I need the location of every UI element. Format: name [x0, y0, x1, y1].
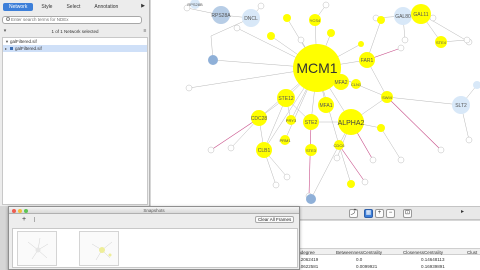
node-blue-2[interactable]	[306, 194, 316, 204]
column-header[interactable]: BetweennessCentrality	[336, 249, 382, 256]
node-label-rps28a: RPS28A	[211, 13, 231, 19]
network-graph[interactable]: RPS28A RPS28B DNCL GAL80 SLT2 GAL11 STE4…	[151, 0, 480, 206]
node-label-swi4: SWI4	[382, 95, 393, 100]
snapshot-toolbar: + Clear All Frames	[9, 214, 299, 225]
tab-select[interactable]: Select	[60, 3, 86, 11]
options-icon[interactable]: ≡	[142, 28, 148, 34]
node-label-ste12: STE12	[278, 96, 294, 102]
network-canvas[interactable]: RPS28A RPS28B DNCL GAL80 SLT2 GAL11 STE4…	[151, 0, 480, 206]
frame-thumbnail	[27, 237, 49, 260]
table-cell: 0.14648113	[421, 257, 445, 262]
snapshot-title: Snapshots	[143, 208, 165, 213]
table-cell: 0.0099921	[356, 264, 378, 269]
tab-annotation[interactable]: Annotation	[88, 3, 124, 11]
control-panel: Network Style Select Annotation ▶ ▾ 1 of…	[0, 0, 150, 206]
node-label-ste2: STE2	[305, 120, 318, 126]
node-aga2[interactable]	[347, 180, 355, 188]
node-label-cdc6: CDC6	[334, 143, 346, 148]
node-label-pry3: PRY3	[286, 118, 297, 123]
frame-thumbnail	[91, 241, 113, 261]
graph-yellow-nodes	[267, 4, 447, 48]
node-sag1[interactable]	[377, 124, 385, 132]
node-label-ycs4: YCS4	[310, 18, 321, 23]
snapshot-window[interactable]: Snapshots + Clear All Frames	[8, 206, 300, 270]
snapshot-frame[interactable]	[17, 231, 57, 266]
node-label-mfa2: MFA2	[334, 80, 347, 86]
network-toolbar: ▾ 1 of 1 Network selected ≡	[2, 27, 148, 35]
table-cell: 4.2062419	[297, 257, 319, 262]
tree-collection-label: galFiltered.sif	[10, 39, 37, 44]
hide-icon[interactable]: ▸	[459, 209, 466, 218]
node-label-cdc28: CDC28	[251, 116, 268, 122]
tab-style[interactable]: Style	[35, 3, 58, 11]
control-tabs: Network Style Select Annotation	[0, 2, 150, 12]
column-header[interactable]: Clust	[467, 249, 477, 256]
tree-network[interactable]: ▸ galFiltered.sif	[3, 45, 147, 52]
node-label-alpha2: ALPHA2	[338, 120, 365, 127]
network-icon	[10, 47, 13, 50]
add-frame-button[interactable]: +	[22, 216, 26, 223]
grid-icon[interactable]: ▦	[364, 209, 373, 218]
tree-collection[interactable]: ▼ galFiltered.sif	[3, 38, 147, 45]
snapshot-frames	[12, 228, 298, 268]
network-selected-count: 1 of 1 Network selected	[51, 28, 99, 34]
node-label-ste3: STE3	[306, 148, 317, 153]
search-input[interactable]	[2, 15, 142, 24]
node-label-prm1: PRM1	[279, 138, 291, 143]
node-label-mfa1: MFA1	[319, 103, 332, 109]
table-cell: 4.0622581	[297, 264, 319, 269]
node-label-far1: FAR1	[361, 58, 374, 64]
node-label-gal11: GAL11	[413, 12, 428, 18]
node-label-cln1: CLN1	[351, 82, 362, 87]
tab-network[interactable]: Network	[3, 3, 34, 11]
node-label-rps28b: RPS28B	[187, 2, 203, 7]
network-tree: ▼ galFiltered.sif ▸ galFiltered.sif	[2, 37, 148, 205]
snapshot-frame[interactable]	[79, 231, 119, 266]
search-row	[2, 15, 148, 24]
zoom-out-icon[interactable]: −	[386, 209, 395, 218]
clear-all-frames-button[interactable]: Clear All Frames	[255, 216, 295, 223]
zoom-in-icon[interactable]: +	[375, 209, 384, 218]
node-mkk1[interactable]	[473, 81, 480, 89]
node-blue-1[interactable]	[208, 55, 218, 65]
node-label-clb1: CLB1	[258, 148, 271, 154]
node-label-ste4: STE4	[436, 40, 447, 45]
table-cell: 0.0	[356, 257, 363, 262]
tree-network-label: galFiltered.sif	[15, 46, 42, 51]
table-cell: 0.16939891	[421, 264, 445, 269]
fit-icon[interactable]: ⊡	[403, 209, 412, 218]
node-label-gal80: GAL80	[395, 14, 411, 20]
toolbar-divider	[34, 217, 35, 222]
snapshot-titlebar[interactable]: Snapshots	[9, 207, 299, 214]
tab-overflow-icon[interactable]: ▶	[141, 3, 145, 9]
share-icon[interactable]: ⤴	[349, 209, 358, 218]
search-icon	[6, 17, 10, 21]
column-header[interactable]: ClosenessCentrality	[403, 249, 443, 256]
node-label-dncl: DNCL	[244, 16, 258, 22]
node-label-slt2: SLT2	[455, 103, 467, 109]
node-label-mcm1: MCM1	[296, 60, 337, 76]
